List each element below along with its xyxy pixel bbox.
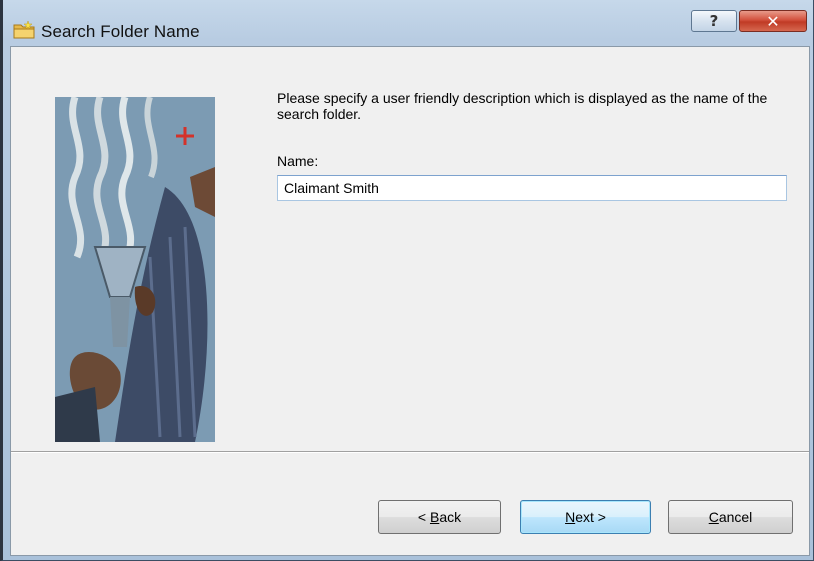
folder-icon [13,21,35,39]
back-button-prefix: < [417,509,430,525]
back-button[interactable]: < Back [378,500,501,534]
next-button-accel: N [565,509,576,525]
wizard-illustration [55,97,215,442]
next-button[interactable]: Next > [520,500,651,534]
close-button[interactable]: ✕ [739,10,807,32]
cancel-button-label: ancel [718,509,753,525]
cancel-button-accel: C [708,509,719,525]
name-label: Name: [277,153,319,169]
back-button-label: ack [439,509,462,525]
dialog-window: Search Folder Name ? ✕ Please specify a … [0,0,814,561]
next-button-label: ext > [575,509,606,525]
close-icon: ✕ [766,11,780,31]
separator [11,451,809,453]
window-title: Search Folder Name [41,22,200,41]
back-button-accel: B [429,509,440,525]
help-icon: ? [709,12,719,30]
dialog-body: Please specify a user friendly descripti… [10,46,810,556]
name-input[interactable] [277,175,787,201]
help-button[interactable]: ? [691,10,737,32]
cancel-button[interactable]: Cancel [668,500,793,534]
title-bar[interactable]: Search Folder Name ? ✕ [3,0,813,46]
instruction-text: Please specify a user friendly descripti… [277,90,768,122]
